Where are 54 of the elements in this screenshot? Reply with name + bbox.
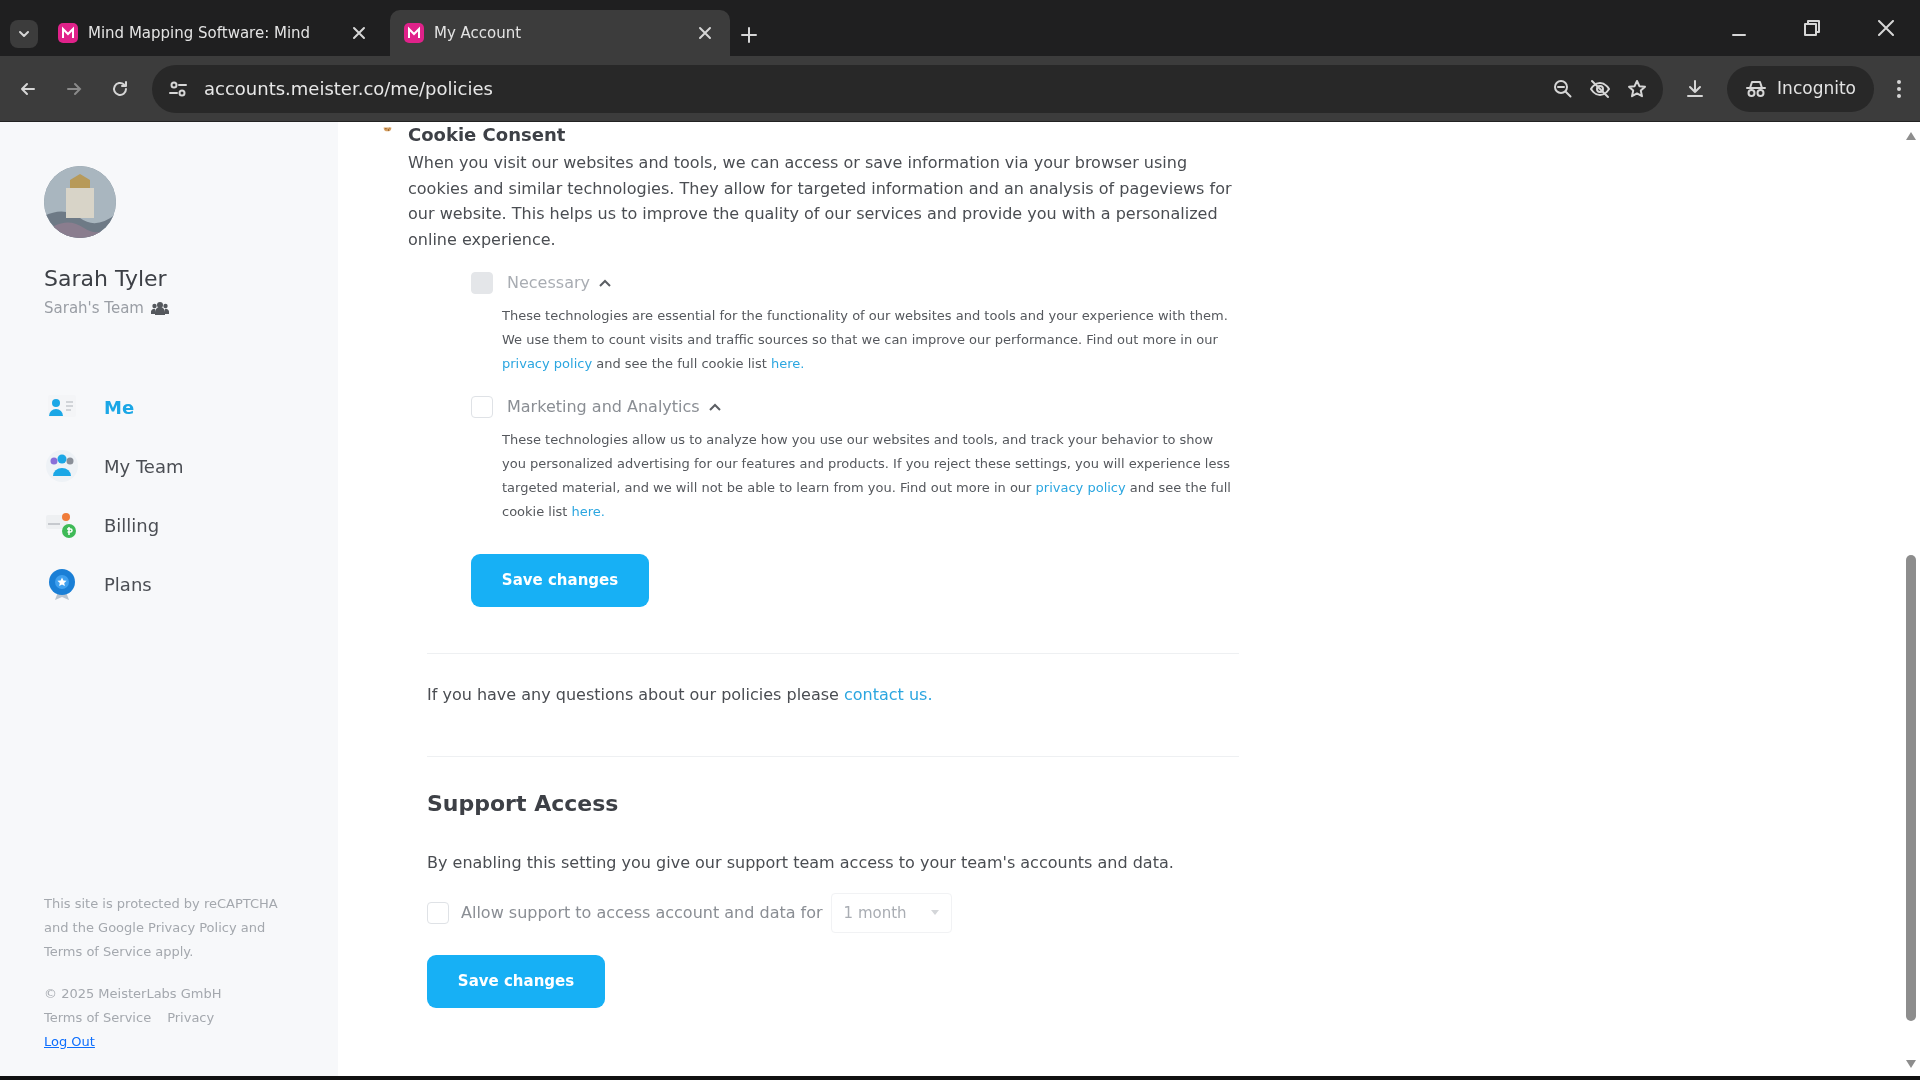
browser-tab[interactable]: Mind Mapping Software: Mind [44,10,384,56]
app-logo-icon [58,23,78,43]
sidebar-nav-item[interactable]: My Team [44,436,184,496]
recaptcha-notice: This site is protected by reCAPTCHA and the Google Privacy Policy and Terms of Service apply. [44,895,279,961]
category-description: These technologies allow us to analyze how you use our websites and tools, and track your behavior to show you personalized advertising for our features and products. If you reject these settings, you will experience less targeted material, and we will not be able to learn from you. Find out more in our privacy policy and see the full cookie list here. [502,431,1232,521]
group-icon [150,301,169,316]
menu-icon [1896,78,1902,99]
logout-link[interactable]: Log Out [44,1030,294,1054]
eye-off-icon[interactable] [1589,78,1612,99]
sidebar-nav-item[interactable]: Billing [44,495,160,555]
caret-down-icon [930,910,939,916]
inline-link[interactable]: here. [571,504,605,519]
close-icon [1878,20,1894,36]
footer-link[interactable]: Terms of Service [44,1006,152,1030]
checkbox[interactable] [471,396,493,418]
tab-list-button[interactable] [10,20,38,48]
inline-link[interactable]: contact us. [844,685,933,704]
inline-link[interactable]: privacy policy [1035,480,1126,495]
save-changes-button[interactable]: Save changes [427,955,605,1008]
scrollbar-thumb[interactable] [1906,555,1916,1021]
browser-tab[interactable]: My Account [390,10,730,56]
section-title: Support Access [427,789,620,818]
footer-link[interactable]: Privacy [167,1006,215,1030]
duration-dropdown: 1 month [830,893,952,933]
star-icon[interactable] [1627,78,1648,99]
copyright-text: © 2025 MeisterLabs GmbH [44,985,223,1003]
plus-icon [740,26,758,44]
minimize-icon [1732,34,1746,36]
reload-icon [110,78,130,99]
checkbox[interactable] [427,902,449,924]
close-icon [698,26,712,40]
section-description: When you visit our websites and tools, we can access or save information via your browser using cookies and similar technologies. They allow for targeted information and an analysis of pageviews for our website. This helps us to improve the quality of our services and provide you with a personalized online experience. [408,152,1233,251]
incognito-icon [1745,78,1768,99]
sidebar-nav-item[interactable]: Plans [44,554,152,614]
sidebar-nav-item[interactable]: Me [44,377,135,437]
category-toggle[interactable]: Marketing and Analytics [507,395,722,419]
people-icon [44,448,80,484]
zoom-icon[interactable] [1553,78,1574,99]
scroll-down-arrow-icon [1906,1060,1916,1068]
team-name: Sarah's Team [44,298,144,319]
close-icon [352,26,366,40]
address-bar[interactable]: accounts.meister.co/me/policies [152,64,1664,113]
download-icon [1685,78,1706,99]
category-description: These technologies are essential for the functionality of our websites and tools and your experience with them. We use them to count visits and traffic sources so that we can improve our performance. Find out more in our privacy policy and see the full cookie list here. [502,307,1229,373]
section-title: Cookie Consent [408,124,567,146]
section-description: By enabling this setting you give our support team access to your team's accounts and data. [427,851,1175,874]
contact-note: If you have any questions about our policies please contact us. [427,684,934,706]
app-logo-icon [404,23,424,43]
restore-icon [1804,20,1820,36]
incognito-button[interactable]: Incognito [1727,65,1874,112]
checkbox-label: Allow support to access account and data for [461,902,823,924]
save-changes-button[interactable]: Save changes [471,554,649,607]
scroll-up-arrow-icon [1906,132,1916,140]
user-name: Sarah Tyler [44,265,168,293]
